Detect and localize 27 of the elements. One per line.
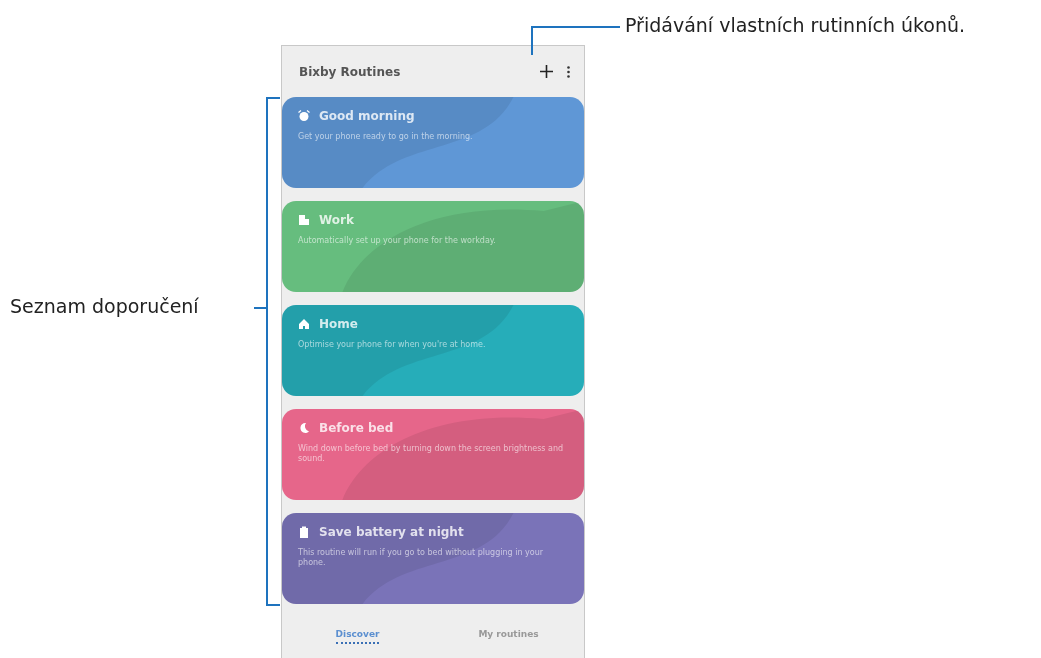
add-icon[interactable] — [540, 65, 553, 78]
moon-icon — [298, 422, 310, 434]
callout-text: Seznam doporučení — [10, 295, 199, 317]
routine-card[interactable]: Before bed Wind down before bed by turning down the screen brightness and sound. — [282, 409, 584, 500]
card-description: Wind down before bed by turning down the screen brightness and sound. — [298, 444, 565, 465]
tab[interactable]: My routines — [433, 620, 584, 648]
more-options-icon[interactable] — [567, 65, 570, 78]
routine-card[interactable]: Save battery at night This routine will run if you go to bed without plugging in your phone. — [282, 513, 584, 604]
card-description: Get your phone ready to go in the morning. — [298, 132, 474, 143]
card-title: Home — [319, 317, 358, 331]
building-icon — [298, 214, 310, 226]
card-title: Work — [319, 213, 354, 227]
battery-icon — [298, 526, 310, 538]
card-description: Automatically set up your phone for the workday. — [298, 236, 497, 247]
card-description: Optimise your phone for when you're at home. — [298, 340, 487, 351]
callout-text: Přidávání vlastních rutinních úkonů. — [625, 14, 966, 36]
home-icon — [298, 318, 310, 330]
card-description: This routine will run if you go to bed without plugging in your phone. — [298, 548, 544, 569]
routine-card[interactable]: Home Optimise your phone for when you're at home. — [282, 305, 584, 396]
alarm-clock-icon — [298, 110, 310, 122]
card-title: Save battery at night — [319, 525, 464, 539]
card-title: Good morning — [319, 109, 415, 123]
card-title: Before bed — [319, 421, 394, 435]
routine-card[interactable]: Work Automatically set up your phone for the workday. — [282, 201, 584, 292]
tab[interactable]: Discover — [282, 620, 433, 648]
app-title: Bixby Routines — [299, 64, 402, 79]
routine-card[interactable]: Good morning Get your phone ready to go in the morning. — [282, 97, 584, 188]
